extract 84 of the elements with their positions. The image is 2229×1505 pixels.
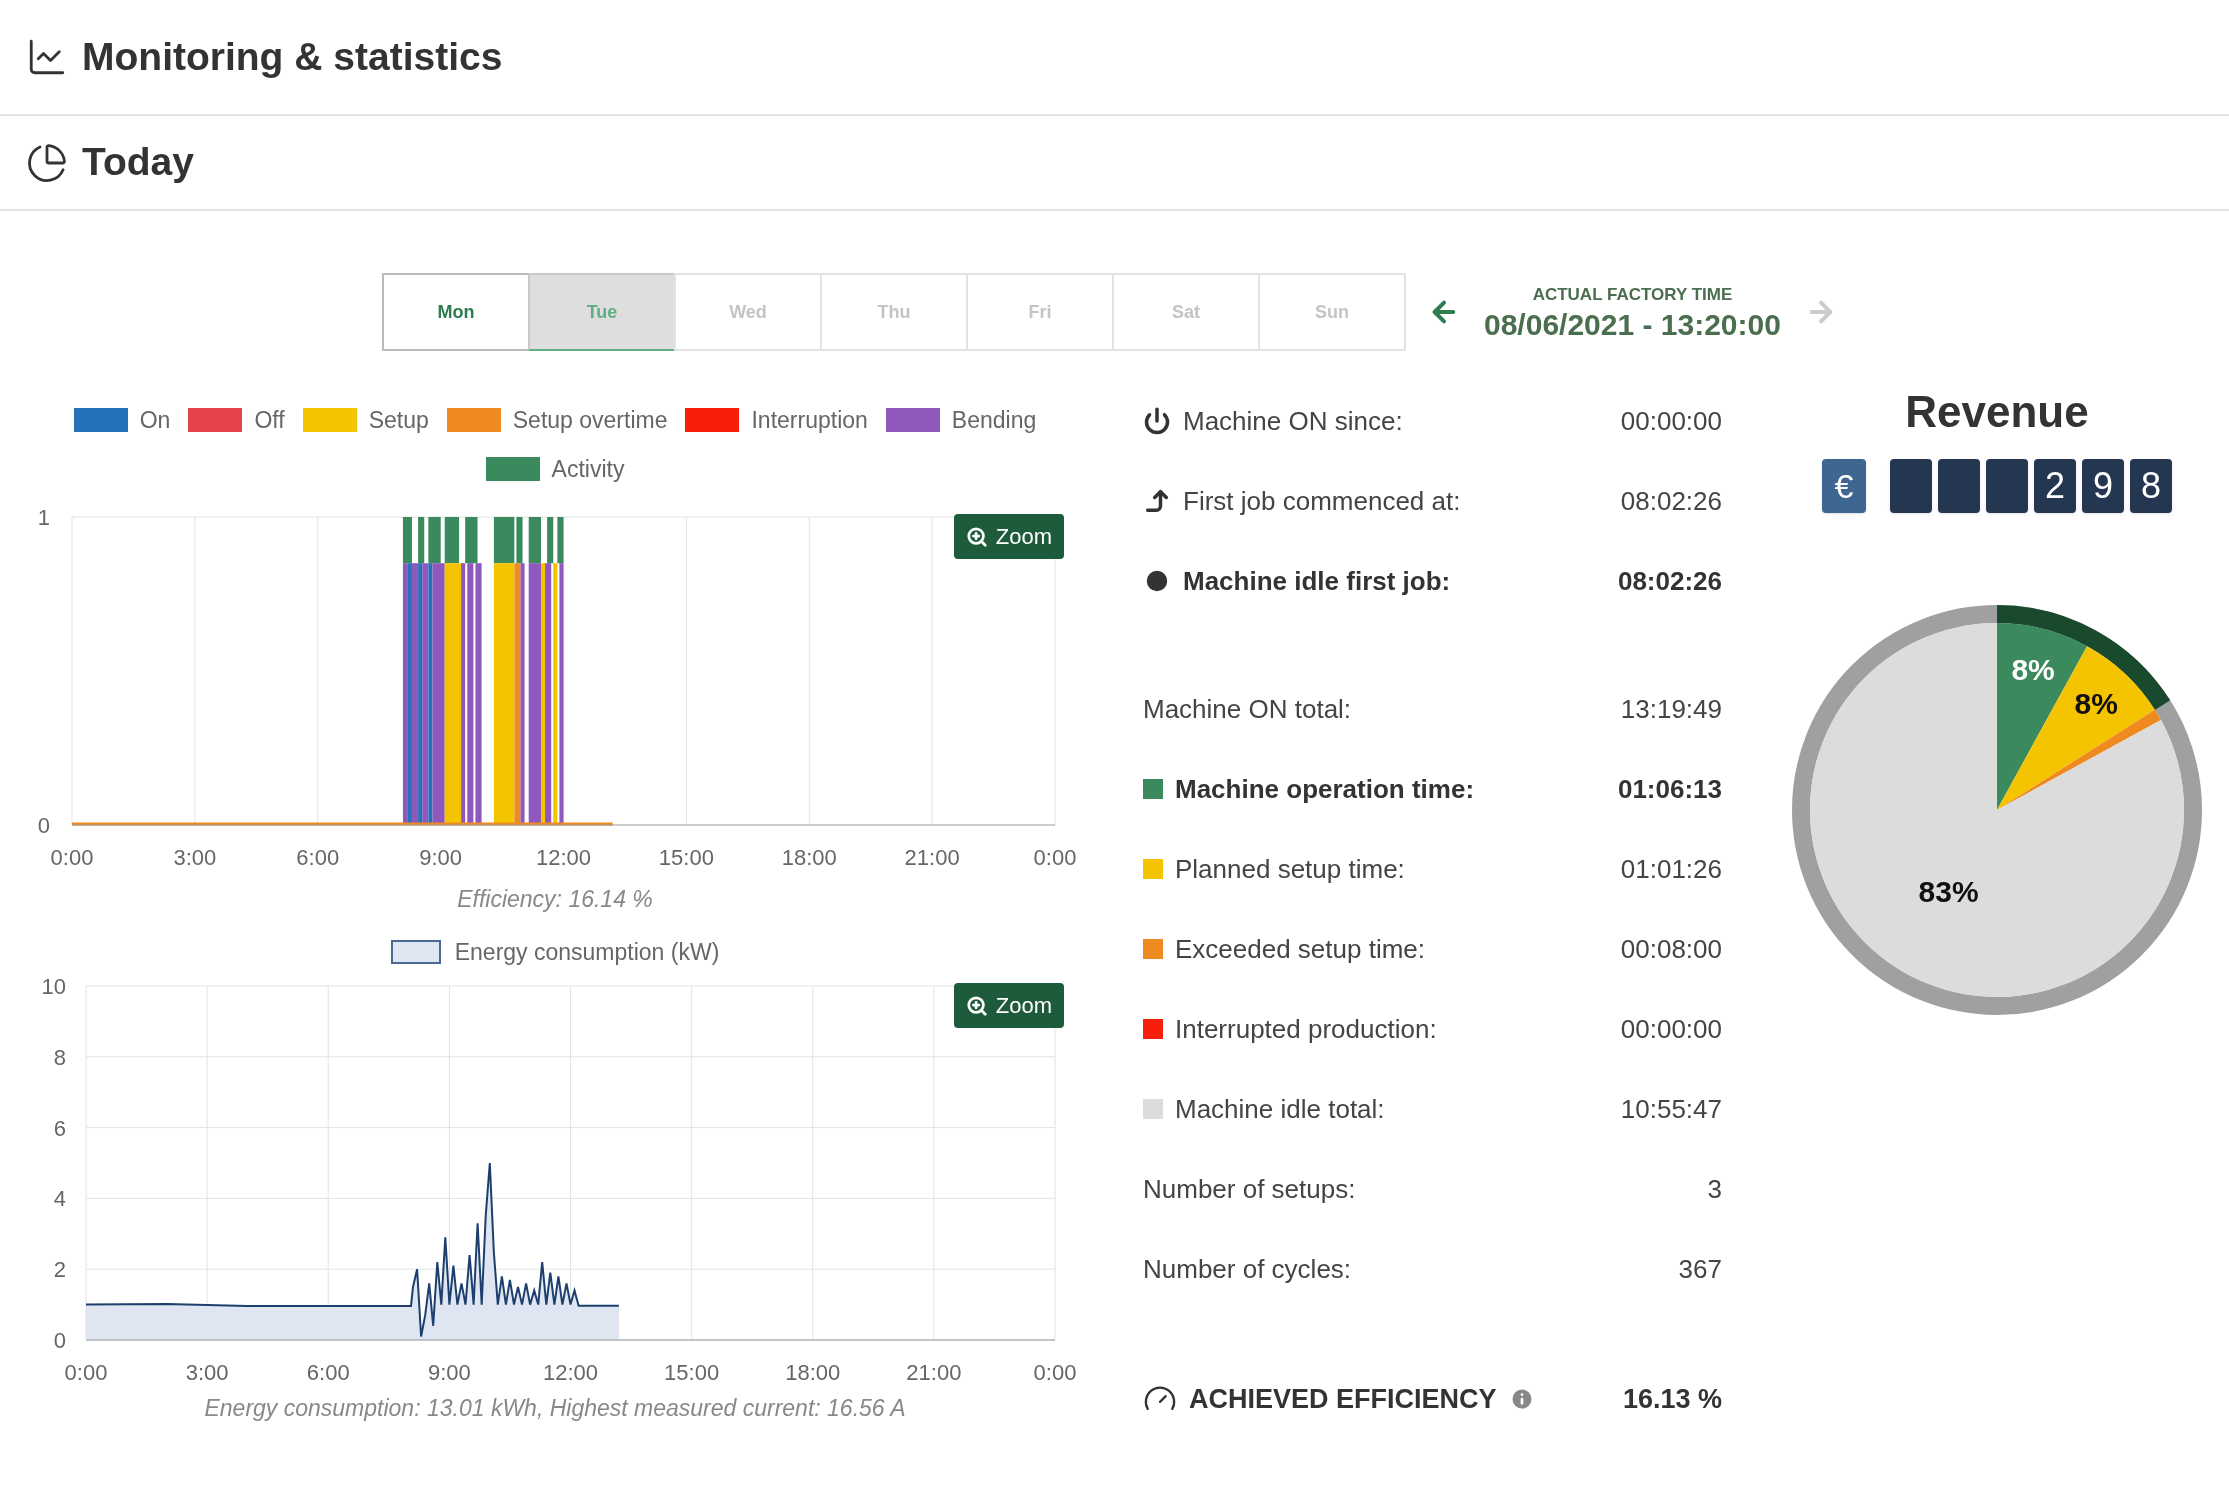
axis-tick-label: 15:00 xyxy=(664,1360,720,1385)
page-title: Monitoring & statistics xyxy=(82,33,503,80)
legend-label[interactable]: Bending xyxy=(951,403,1037,438)
axis-tick-label: 3:00 xyxy=(185,1360,229,1385)
pie-value-label: 83% xyxy=(1918,874,1979,908)
axis-tick-label: 18:00 xyxy=(785,1360,841,1385)
stat-label: Machine idle total: xyxy=(1175,1092,1385,1126)
stat-value: 00:00:00 xyxy=(1620,1012,1722,1046)
legend-label[interactable]: Interruption xyxy=(751,403,868,438)
pie-value-label: 8% xyxy=(2074,687,2118,721)
axis-tick-label: 8 xyxy=(53,1044,66,1070)
axis-tick-label: 6:00 xyxy=(296,845,340,870)
stat-value: 367 xyxy=(1678,1252,1722,1286)
axis-tick-label: 12:00 xyxy=(542,1360,599,1385)
stat-label: Number of setups: xyxy=(1143,1172,1356,1206)
legend-label[interactable]: Setup overtime xyxy=(512,403,668,438)
stat-label: Number of cycles: xyxy=(1143,1252,1352,1286)
counter-digit: 9 xyxy=(2082,459,2124,513)
stat-label: Planned setup time: xyxy=(1175,852,1405,886)
counter-digit: 8 xyxy=(2130,459,2172,513)
legend-label[interactable]: On xyxy=(139,403,171,438)
legend-label[interactable]: Energy consumption (kW) xyxy=(454,934,720,969)
stat-value: 08:02:26 xyxy=(1620,484,1722,518)
pie-value-label: 8% xyxy=(2011,652,2055,686)
axis-tick-label: 6:00 xyxy=(306,1360,350,1385)
legend-label[interactable]: Activity xyxy=(551,451,625,486)
axis-tick-label: 3:00 xyxy=(173,845,217,870)
counter-blank-tile xyxy=(1938,459,1980,513)
zoom-button[interactable]: Zoom xyxy=(953,514,1064,559)
factory-time-label: ACTUAL FACTORY TIME xyxy=(1532,284,1733,307)
stat-value: 10:55:47 xyxy=(1620,1092,1722,1126)
axis-tick-label: 1 xyxy=(37,505,50,530)
stat-value: 08:02:26 xyxy=(1617,564,1722,598)
pie-chart-icon xyxy=(26,141,68,184)
stat-label: Machine operation time: xyxy=(1175,772,1475,806)
axis-tick-label: 18:00 xyxy=(781,845,837,870)
axis-tick-label: 0:00 xyxy=(1033,845,1077,870)
legend-swatch xyxy=(390,939,441,964)
efficiency-value: 16.13 % xyxy=(1622,1382,1722,1416)
efficiency-caption: Efficiency: 16.14 % xyxy=(456,885,653,914)
stat-label: First job commenced at: xyxy=(1183,484,1461,518)
stat-value: 3 xyxy=(1707,1172,1722,1206)
stat-value: 01:01:26 xyxy=(1620,852,1722,886)
stat-label: Exceeded setup time: xyxy=(1175,932,1426,966)
axis-tick-label: 9:00 xyxy=(427,1360,471,1385)
axis-tick-label: 0:00 xyxy=(64,1360,108,1385)
axis-tick-label: 2 xyxy=(53,1257,66,1283)
axis-tick-label: 21:00 xyxy=(904,845,960,870)
axis-tick-label: 10 xyxy=(41,974,66,999)
currency-tile: € xyxy=(1822,459,1866,513)
axis-tick-label: 6 xyxy=(53,1115,66,1141)
counter-blank-tile xyxy=(1890,459,1932,513)
counter-digit: 2 xyxy=(2034,459,2076,513)
section-title: Today xyxy=(82,139,194,186)
stat-label: Interrupted production: xyxy=(1175,1012,1437,1046)
stat-value: 13:19:49 xyxy=(1620,692,1722,726)
stat-value: 00:08:00 xyxy=(1620,932,1722,966)
zoom-in-icon xyxy=(965,525,988,548)
revenue-title: Revenue xyxy=(1905,386,2089,438)
stat-label: Machine idle first job: xyxy=(1183,564,1451,598)
day-tab[interactable]: Mon xyxy=(382,273,530,351)
zoom-in-icon xyxy=(965,994,988,1017)
axis-tick-label: 0 xyxy=(37,813,50,838)
axis-tick-label: 12:00 xyxy=(535,845,592,870)
energy-caption: Energy consumption: 13.01 kWh, Highest measured current: 16.56 A xyxy=(203,1394,906,1423)
stat-label: Machine ON since: xyxy=(1183,404,1403,438)
counter-blank-tile xyxy=(1986,459,2028,513)
legend-label[interactable]: Setup xyxy=(368,403,429,438)
legend-label[interactable]: Off xyxy=(254,403,285,438)
stat-value: 01:06:13 xyxy=(1617,772,1722,806)
factory-time-value: 08/06/2021 - 13:20:00 xyxy=(1484,307,1781,342)
zoom-button[interactable]: Zoom xyxy=(953,983,1064,1028)
axis-tick-label: 0 xyxy=(53,1328,66,1353)
axis-tick-label: 0:00 xyxy=(50,845,94,870)
efficiency-label: ACHIEVED EFFICIENCY xyxy=(1189,1382,1497,1416)
stat-value: 00:00:00 xyxy=(1620,404,1722,438)
axis-tick-label: 15:00 xyxy=(658,845,714,870)
axis-tick-label: 9:00 xyxy=(419,845,463,870)
axis-tick-label: 21:00 xyxy=(906,1360,962,1385)
corner-up-arrow-icon xyxy=(1143,487,1171,515)
stat-label: Machine ON total: xyxy=(1143,692,1352,726)
power-icon xyxy=(1143,407,1171,435)
axis-tick-label: 4 xyxy=(53,1186,66,1212)
axis-tick-label: 0:00 xyxy=(1033,1360,1077,1385)
